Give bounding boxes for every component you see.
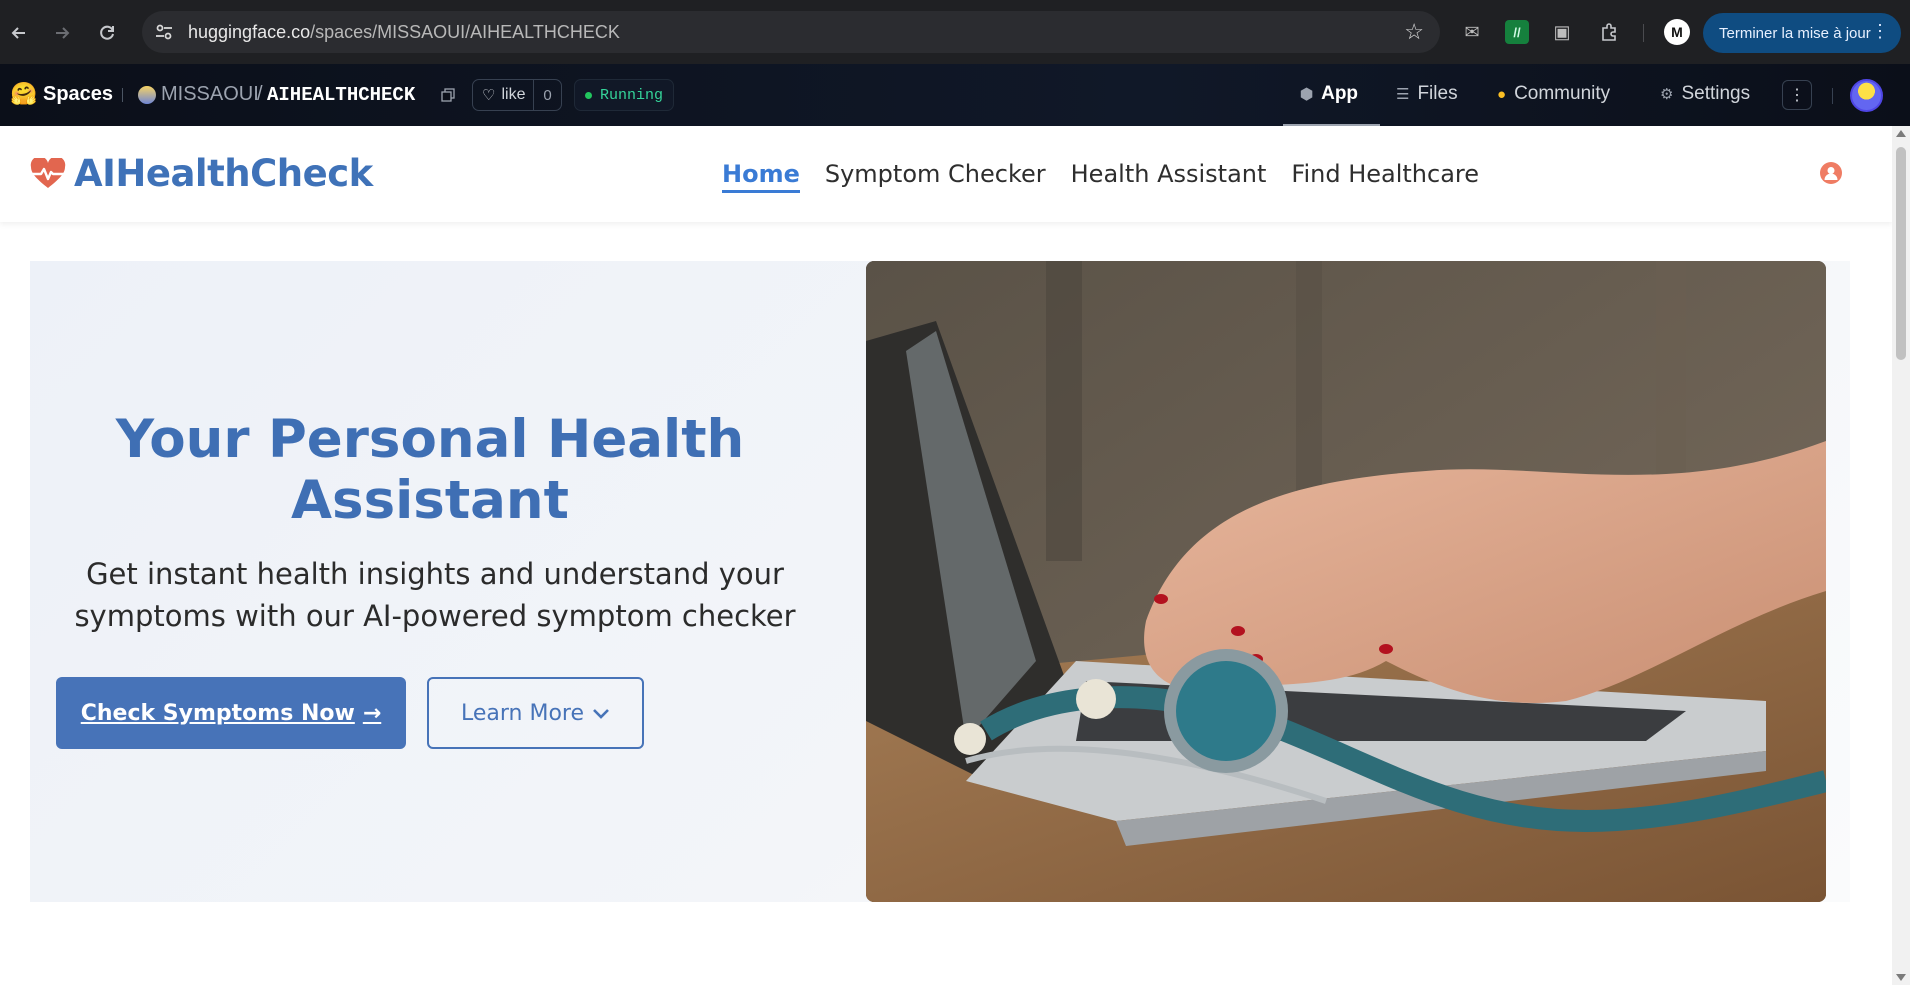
path-separator: / bbox=[257, 83, 263, 105]
reload-icon[interactable] bbox=[92, 18, 122, 48]
owner-link[interactable]: MISSAOUI bbox=[161, 83, 259, 106]
huggingface-logo-icon[interactable]: 🤗 bbox=[10, 81, 37, 107]
extensions-icon[interactable] bbox=[1597, 20, 1621, 44]
profile-icon[interactable]: M bbox=[1664, 19, 1690, 45]
gear-icon: ⚙ bbox=[1660, 86, 1674, 103]
star-icon[interactable]: ☆ bbox=[1404, 19, 1424, 45]
user-icon[interactable] bbox=[1820, 162, 1842, 184]
tab-files-label: Files bbox=[1417, 83, 1458, 104]
cube-icon: ⬢ bbox=[1300, 86, 1314, 103]
forward-arrow-icon[interactable] bbox=[47, 18, 77, 48]
status-badge: Running bbox=[574, 79, 674, 111]
toolbar-divider bbox=[1643, 24, 1644, 42]
url-text[interactable]: huggingface.co/spaces/MISSAOUI/AIHEALTHC… bbox=[188, 22, 620, 43]
heart-pulse-icon bbox=[30, 157, 66, 188]
scroll-down-icon[interactable] bbox=[1896, 974, 1906, 981]
check-symptoms-label: Check Symptoms Now bbox=[80, 700, 355, 726]
browser-chrome: huggingface.co/spaces/MISSAOUI/AIHEALTHC… bbox=[0, 0, 1910, 64]
finish-update-label: Terminer la mise à jour bbox=[1719, 24, 1871, 42]
tab-community[interactable]: ● Community bbox=[1497, 83, 1610, 105]
user-avatar[interactable] bbox=[1850, 79, 1883, 112]
cast-icon[interactable]: ▣ bbox=[1550, 20, 1574, 44]
tab-files[interactable]: ☰ Files bbox=[1396, 83, 1458, 105]
tab-settings[interactable]: ⚙ Settings bbox=[1660, 83, 1750, 105]
tab-app-label: App bbox=[1321, 83, 1359, 104]
spaces-header: 🤗 Spaces MISSAOUI / AIHEALTHCHECK ♡ like… bbox=[0, 64, 1910, 126]
spaces-link[interactable]: Spaces bbox=[43, 83, 113, 106]
nav-health-assistant[interactable]: Health Assistant bbox=[1071, 160, 1267, 193]
vscode-ext-icon[interactable]: // bbox=[1505, 20, 1529, 44]
nav-home[interactable]: Home bbox=[722, 160, 800, 193]
address-bar[interactable]: huggingface.co/spaces/MISSAOUI/AIHEALTHC… bbox=[142, 11, 1440, 53]
hero-section: Your Personal Health Assistant Get insta… bbox=[30, 261, 1850, 902]
finish-update-button[interactable]: Terminer la mise à jour ⋮ bbox=[1703, 13, 1901, 53]
like-label: like bbox=[501, 86, 526, 103]
nav-find-healthcare[interactable]: Find Healthcare bbox=[1291, 160, 1479, 193]
repo-name-link[interactable]: AIHEALTHCHECK bbox=[267, 84, 415, 106]
like-button[interactable]: ♡ like 0 bbox=[472, 79, 562, 111]
more-options-icon[interactable]: ⋮ bbox=[1782, 80, 1812, 110]
status-dot-icon bbox=[585, 91, 592, 99]
app-frame: AIHealthCheck Home Symptom Checker Healt… bbox=[0, 126, 1892, 985]
chevron-down-icon bbox=[592, 701, 610, 726]
scrollbar-thumb[interactable] bbox=[1896, 147, 1906, 360]
kebab-menu-icon[interactable]: ⋮ bbox=[1871, 21, 1889, 42]
header-divider bbox=[122, 88, 123, 102]
heart-icon: ♡ bbox=[482, 87, 496, 104]
brand-logo[interactable]: AIHealthCheck bbox=[30, 152, 373, 195]
community-icon: ● bbox=[1497, 85, 1507, 103]
tab-app[interactable]: ⬢ App bbox=[1300, 83, 1358, 105]
main-menu: Home Symptom Checker Health Assistant Fi… bbox=[722, 160, 1504, 193]
site-info-icon[interactable] bbox=[154, 22, 174, 42]
url-host: huggingface.co bbox=[188, 22, 311, 42]
check-symptoms-button[interactable]: Check Symptoms Now → bbox=[56, 677, 406, 749]
status-label: Running bbox=[600, 86, 664, 104]
hero-subtitle: Get instant health insights and understa… bbox=[74, 557, 796, 633]
mail-icon[interactable]: ✉ bbox=[1460, 20, 1484, 44]
header-divider bbox=[1832, 88, 1833, 104]
owner-avatar bbox=[138, 86, 156, 104]
hero-title: Your Personal Health Assistant bbox=[115, 409, 745, 531]
brand-name: AIHealthCheck bbox=[74, 152, 373, 195]
learn-more-button[interactable]: Learn More bbox=[427, 677, 644, 749]
tab-community-label: Community bbox=[1514, 83, 1611, 104]
laptop-stethoscope-photo bbox=[866, 261, 1826, 902]
learn-more-label: Learn More bbox=[460, 700, 585, 726]
arrow-right-icon: → bbox=[362, 700, 382, 726]
page-scrollbar[interactable] bbox=[1892, 126, 1910, 985]
scroll-up-icon[interactable] bbox=[1896, 130, 1906, 137]
app-navbar: AIHealthCheck Home Symptom Checker Healt… bbox=[0, 126, 1892, 222]
url-path: /spaces/MISSAOUI/AIHEALTHCHECK bbox=[310, 22, 620, 42]
files-icon: ☰ bbox=[1396, 86, 1410, 103]
copy-icon[interactable] bbox=[441, 88, 455, 102]
like-count[interactable]: 0 bbox=[533, 80, 561, 110]
back-arrow-icon[interactable] bbox=[4, 18, 34, 48]
tab-settings-label: Settings bbox=[1681, 83, 1751, 104]
nav-symptom-checker[interactable]: Symptom Checker bbox=[825, 160, 1046, 193]
hero-image bbox=[866, 261, 1826, 902]
